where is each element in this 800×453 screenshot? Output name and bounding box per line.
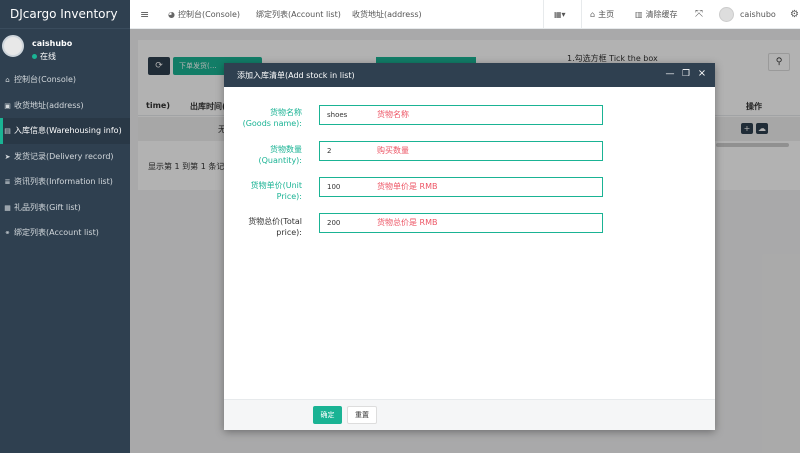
user-panel: caishubo 在线 xyxy=(0,29,130,67)
fullscreen-icon[interactable]: ⤧ xyxy=(695,0,703,29)
trash-icon: ▥ xyxy=(635,10,643,19)
modal-footer: 确定 重置 xyxy=(224,399,715,430)
label-en: (Quantity): xyxy=(258,156,302,165)
sidebar-item-label: 绑定列表(Account list) xyxy=(14,228,99,237)
minimize-icon[interactable]: — xyxy=(664,68,676,80)
reset-button[interactable]: 重置 xyxy=(347,406,377,424)
sidebar-item-address[interactable]: ▣ 收货地址(address) xyxy=(0,93,130,119)
address-card-icon: ▣ xyxy=(4,101,11,110)
label-en: price): xyxy=(276,228,302,237)
unit-price-input[interactable]: 100 货物单价是 RMB xyxy=(319,177,603,197)
topbar-username[interactable]: caishubo xyxy=(740,0,776,29)
goods-name-label: 货物名称 (Goods name): xyxy=(224,107,302,129)
goods-name-input[interactable]: shoes 货物名称 xyxy=(319,105,603,125)
add-stock-modal: 添加入库清单(Add stock in list) — ❐ × 货物名称 (Goo… xyxy=(224,63,715,430)
avatar[interactable] xyxy=(2,35,24,57)
input-hint: 货物总价是 RMB xyxy=(377,218,438,227)
confirm-button[interactable]: 确定 xyxy=(313,406,342,424)
clear-cache-button[interactable]: ▥ 清除缓存 xyxy=(635,0,678,29)
quantity-label: 货物数量 (Quantity): xyxy=(224,144,302,166)
tab-account-list[interactable]: 绑定列表(Account list) xyxy=(256,0,341,29)
truck-icon: ➤ xyxy=(4,152,11,161)
divider xyxy=(581,0,582,29)
modal-title: 添加入库清单(Add stock in list) xyxy=(237,71,355,80)
user-status-text: 在线 xyxy=(40,52,56,61)
modal-header[interactable]: 添加入库清单(Add stock in list) — ❐ × xyxy=(224,63,715,87)
settings-icon[interactable]: ⚙ xyxy=(790,0,799,29)
sidebar-item-console[interactable]: ⌂ 控制台(Console) xyxy=(0,67,130,93)
total-price-label: 货物总价(Total price): xyxy=(224,216,302,238)
sidebar-item-warehousing-info[interactable]: ▤ 入库信息(Warehousing info) xyxy=(0,118,130,144)
sidebar-item-label: 资讯列表(Information list) xyxy=(14,177,113,186)
link-icon: ⚭ xyxy=(4,229,11,237)
clear-cache-label: 清除缓存 xyxy=(645,10,678,19)
sidebar-item-label: 礼品列表(Gift list) xyxy=(14,202,81,212)
input-hint: 货物单价是 RMB xyxy=(377,182,438,191)
sidebar-item-gift-list[interactable]: ▦ 礼品列表(Gift list) xyxy=(0,195,130,221)
user-status: 在线 xyxy=(32,51,56,62)
home-icon: ⌂ xyxy=(590,10,596,19)
quantity-input[interactable]: 2 购买数量 xyxy=(319,141,603,161)
label-en: Price): xyxy=(276,192,302,201)
label-en: (Goods name): xyxy=(242,119,302,128)
maximize-icon[interactable]: ❐ xyxy=(680,68,692,80)
input-hint: 购买数量 xyxy=(377,146,409,155)
list-icon: ≣ xyxy=(4,178,11,186)
label-cn: 货物名称 xyxy=(270,108,302,117)
dashboard-icon: ◕ xyxy=(168,10,175,19)
app-title: DJcargo Inventory xyxy=(0,0,130,29)
tab-label: 控制台(Console) xyxy=(177,10,240,19)
label-cn: 货物单价(Unit xyxy=(250,181,302,190)
close-icon[interactable]: × xyxy=(696,68,708,80)
sidebar-item-label: 控制台(Console) xyxy=(14,75,76,84)
sidebar-item-label: 入库信息(Warehousing info) xyxy=(14,126,122,135)
menu-toggle-icon[interactable]: ≡ xyxy=(140,0,149,29)
box-icon: ▤ xyxy=(4,127,11,135)
divider xyxy=(543,0,544,29)
tab-dropdown-icon[interactable]: ▦▾ xyxy=(554,0,566,29)
sidebar-item-label: 收货地址(address) xyxy=(14,100,84,110)
input-value: shoes xyxy=(327,111,348,119)
tab-address[interactable]: 收货地址(address) xyxy=(352,0,422,29)
top-navbar: ≡ ◕ 控制台(Console) 绑定列表(Account list) 收货地址(… xyxy=(130,0,800,29)
sidebar: DJcargo Inventory caishubo 在线 ⌂ 控制台(Conso… xyxy=(0,0,130,453)
label-cn: 货物数量 xyxy=(270,145,302,154)
sidebar-item-account-list[interactable]: ⚭ 绑定列表(Account list) xyxy=(0,220,130,246)
tab-console[interactable]: ◕ 控制台(Console) xyxy=(168,0,240,29)
online-dot-icon xyxy=(32,54,37,59)
sidebar-username[interactable]: caishubo xyxy=(32,39,72,48)
home-label: 主页 xyxy=(598,10,615,19)
total-price-input[interactable]: 200 货物总价是 RMB xyxy=(319,213,603,233)
modal-body: 货物名称 (Goods name): shoes 货物名称 货物数量 (Quantit… xyxy=(224,87,715,399)
avatar[interactable] xyxy=(719,7,734,22)
home-button[interactable]: ⌂ 主页 xyxy=(590,0,614,29)
sidebar-item-label: 发货记录(Delivery record) xyxy=(14,151,114,161)
input-value: 100 xyxy=(327,183,341,191)
home-icon: ⌂ xyxy=(5,76,10,84)
label-cn: 货物总价(Total xyxy=(248,217,302,226)
sidebar-item-delivery-record[interactable]: ➤ 发货记录(Delivery record) xyxy=(0,144,130,170)
unit-price-label: 货物单价(Unit Price): xyxy=(224,180,302,202)
input-value: 2 xyxy=(327,147,332,155)
input-hint: 货物名称 xyxy=(377,110,409,119)
sidebar-item-information-list[interactable]: ≣ 资讯列表(Information list) xyxy=(0,169,130,195)
gift-icon: ▦ xyxy=(4,203,11,212)
input-value: 200 xyxy=(327,219,341,227)
